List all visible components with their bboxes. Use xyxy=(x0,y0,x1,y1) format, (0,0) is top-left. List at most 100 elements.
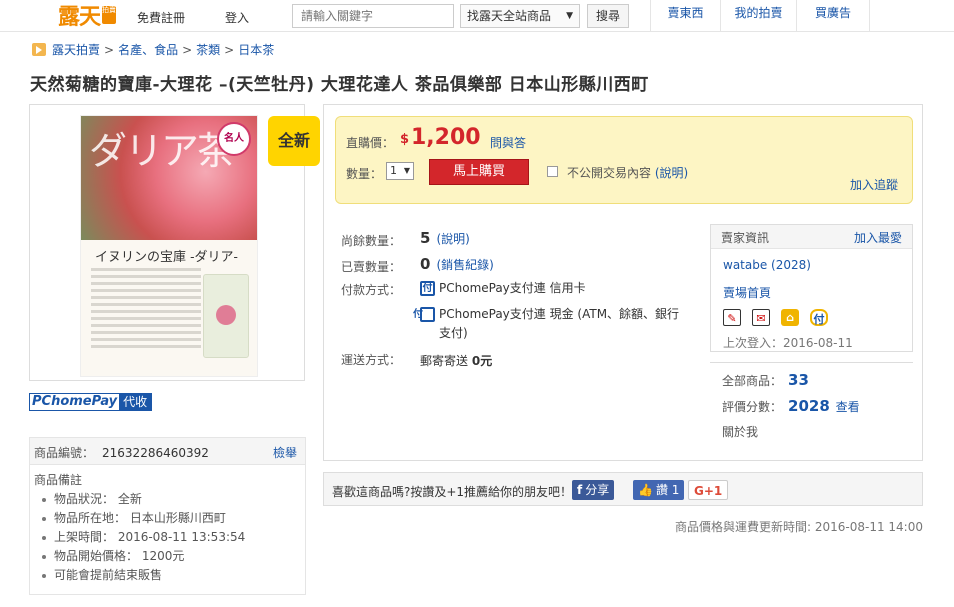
add-to-watchlist-link[interactable]: 加入追蹤 xyxy=(850,176,898,193)
thumbs-up-icon: 👍 xyxy=(638,483,653,497)
top-bar: 露天 拍賣 免費註冊 登入 找露天全站商品 ▼ 搜尋 賣東西 我的拍賣 買廣告 xyxy=(0,0,954,32)
item-id-value: 21632286460392 xyxy=(102,446,209,460)
payment-option: 付 PChomePay支付連 信用卡 xyxy=(420,279,586,296)
logo-badge: 拍賣 xyxy=(102,6,117,24)
share-prompt: 喜歡這商品嗎?按讚及+1推薦給你的朋友吧！ xyxy=(332,485,573,499)
pchomepay-badge: 代收 xyxy=(119,393,152,411)
award-medal-icon: 名人 xyxy=(217,122,251,156)
private-transaction-checkbox[interactable] xyxy=(547,166,558,177)
phone-verified-icon: ✎ xyxy=(723,309,741,326)
qa-link[interactable]: 問與答 xyxy=(490,134,526,151)
lock-icon: ⌂ xyxy=(781,309,799,326)
email-verified-icon: ✉ xyxy=(752,309,770,326)
price-update-time: 商品價格與運費更新時間: 2016-08-11 14:00 xyxy=(675,520,923,534)
breadcrumb: 露天拍賣 > 名產、食品 > 茶類 > 日本茶 xyxy=(32,41,274,58)
remaining-label: 尚餘數量： xyxy=(341,234,402,248)
login-link[interactable]: 登入 xyxy=(225,9,249,26)
share-bar: 喜歡這商品嗎?按讚及+1推薦給你的朋友吧！ f 分享 👍 讚 1 G+1 xyxy=(323,472,923,506)
dropdown-arrow-icon: ▼ xyxy=(403,166,410,175)
list-item: 物品開始價格： 1200元 xyxy=(34,547,301,566)
product-image-frame[interactable]: ダリア茶 名人 イヌリンの宝庫 -ダリア- xyxy=(29,104,305,381)
pchome-pay-icon: 付 xyxy=(413,307,435,322)
tab-sell[interactable]: 賣東西 xyxy=(650,0,720,32)
pchome-pay-icon: 付 xyxy=(420,281,435,296)
breadcrumb-item[interactable]: 露天拍賣 xyxy=(52,41,100,58)
breadcrumb-item[interactable]: 日本茶 xyxy=(238,41,274,58)
search-scope-label: 找露天全站商品 xyxy=(467,9,552,23)
seller-stats: 全部商品： 33 評價分數： 2028 查看 關於我 xyxy=(710,362,913,448)
pchomepay-logo-text: PChomePay xyxy=(32,394,118,409)
total-items-row: 全部商品： 33 xyxy=(722,371,809,389)
purchase-panel: 直購價： $ 1,200 問與答 數量： 1 ▼ 馬上購買 不公開交易內容 (說… xyxy=(323,104,923,461)
dahlia-photo: ダリア茶 名人 xyxy=(81,116,257,240)
seller-badges: ✎ ✉ ⌂ 付 xyxy=(723,309,839,326)
search-input[interactable] xyxy=(292,4,454,28)
payment-label: 付款方式： xyxy=(341,283,402,297)
tea-package-icon xyxy=(203,274,249,358)
condition-badge: 全新 xyxy=(268,116,320,166)
image-text-block xyxy=(91,268,201,352)
seller-shop-link[interactable]: 賣場首頁 xyxy=(723,284,771,301)
breadcrumb-item[interactable]: 茶類 xyxy=(196,41,220,58)
total-items-link[interactable]: 33 xyxy=(788,371,809,389)
notes-title: 商品備註 xyxy=(34,473,83,487)
image-kana-text: ダリア茶 xyxy=(89,129,235,173)
item-notes: 商品備註 物品狀況： 全新 物品所在地： 日本山形縣川西町 上架時間： 2016… xyxy=(29,465,306,595)
facebook-icon: f xyxy=(577,483,583,497)
list-item: 上架時間： 2016-08-11 13:53:54 xyxy=(34,528,301,547)
search-scope-select[interactable]: 找露天全站商品 ▼ xyxy=(460,4,580,28)
payment-option: 付 PChomePay支付連 現金 (ATM、餘額、銀行支付) xyxy=(413,307,680,340)
page-title: 天然菊糖的寶庫-大理花 –(天竺牡丹) 大理花達人 茶品俱樂部 日本山形縣川西町 xyxy=(30,75,649,95)
pchomepay-logo: PChomePay 代收 xyxy=(29,393,153,411)
list-item: 物品狀況： 全新 xyxy=(34,490,301,509)
item-info-panel: 商品編號： 21632286460392 檢舉 商品備註 物品狀況： 全新 物品所… xyxy=(29,437,306,595)
price-currency: $ xyxy=(400,132,410,147)
register-link[interactable]: 免費註冊 xyxy=(137,9,185,26)
list-item: 可能會提前結束販售 xyxy=(34,566,301,585)
breadcrumb-item[interactable]: 名產、食品 xyxy=(118,41,178,58)
add-favorite-link[interactable]: 加入最愛 xyxy=(854,229,902,246)
image-subtitle: イヌリンの宝庫 -ダリア- xyxy=(95,250,238,265)
seller-name-link[interactable]: watabe (2028) xyxy=(723,258,811,272)
about-me-link[interactable]: 關於我 xyxy=(722,423,758,440)
logo-text: 露天 xyxy=(58,5,101,30)
shipping-cost: 0元 xyxy=(471,354,493,368)
remaining-help-link[interactable]: (說明) xyxy=(436,232,469,246)
remaining-row: 5 (說明) xyxy=(420,229,470,247)
payment-shield-icon: 付 xyxy=(810,309,828,326)
tab-my-auction[interactable]: 我的拍賣 xyxy=(720,0,796,32)
facebook-share-button[interactable]: f 分享 xyxy=(572,480,615,500)
sold-label: 已賣數量： xyxy=(341,260,402,274)
report-link[interactable]: 檢舉 xyxy=(273,444,297,461)
sold-row: 0 (銷售紀錄) xyxy=(420,255,494,273)
google-plus-button[interactable]: G+1 xyxy=(688,480,729,500)
price-label: 直購價： xyxy=(346,136,395,150)
quantity-label: 數量： xyxy=(346,167,383,181)
last-login: 上次登入：2016-08-11 xyxy=(723,336,853,350)
quantity-select[interactable]: 1 ▼ xyxy=(386,162,414,180)
buy-now-button[interactable]: 馬上購買 xyxy=(429,159,529,185)
private-help-link[interactable]: (說明) xyxy=(655,166,688,180)
tab-buy-ads[interactable]: 買廣告 xyxy=(796,0,870,32)
sales-record-link[interactable]: (銷售紀錄) xyxy=(436,258,493,272)
seller-header-title: 賣家資訊 xyxy=(721,231,770,245)
rating-view-link[interactable]: 查看 xyxy=(836,400,860,414)
product-image: ダリア茶 名人 イヌリンの宝庫 -ダリア- xyxy=(80,115,258,377)
item-id-label: 商品編號： xyxy=(34,446,95,460)
seller-header: 賣家資訊 加入最愛 xyxy=(711,225,912,249)
breadcrumb-home-icon xyxy=(32,43,46,56)
remaining-value: 5 xyxy=(420,229,431,247)
quantity-value: 1 xyxy=(390,164,397,177)
shipping-row: 郵寄寄送 0元 xyxy=(420,352,492,369)
search-button[interactable]: 搜尋 xyxy=(587,4,629,28)
ruten-logo[interactable]: 露天 拍賣 xyxy=(58,2,117,30)
item-id-row: 商品編號： 21632286460392 檢舉 xyxy=(29,437,306,465)
sold-value: 0 xyxy=(420,255,431,273)
shipping-method: 郵寄寄送 xyxy=(420,354,469,368)
list-item: 物品所在地： 日本山形縣川西町 xyxy=(34,509,301,528)
dropdown-arrow-icon: ▼ xyxy=(566,11,573,21)
shipping-label: 運送方式： xyxy=(341,353,402,367)
rating-link[interactable]: 2028 xyxy=(788,397,830,415)
private-transaction-label: 不公開交易內容 (說明) xyxy=(567,166,689,180)
facebook-like-button[interactable]: 👍 讚 1 xyxy=(633,480,685,500)
